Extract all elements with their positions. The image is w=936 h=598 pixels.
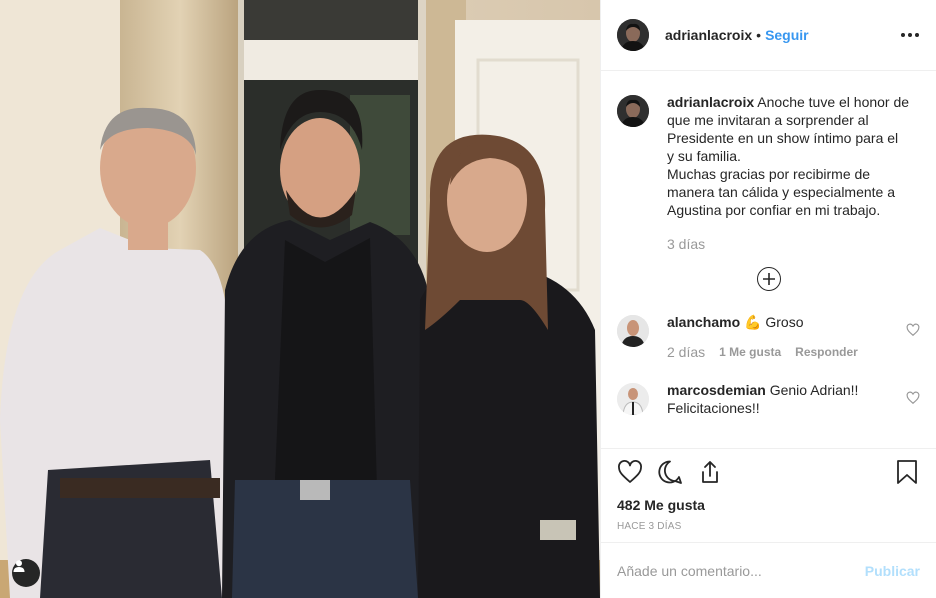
post-header: adrianlacroix • Seguir <box>601 0 936 71</box>
like-comment-heart-icon[interactable] <box>906 391 920 405</box>
publish-button[interactable]: Publicar <box>865 563 920 579</box>
action-icons <box>617 459 920 485</box>
commenter-avatar[interactable] <box>617 383 649 415</box>
add-comment-bar: Publicar <box>601 542 936 598</box>
comments-list[interactable]: adrianlacroix Anoche tuve el honor de qu… <box>601 71 936 448</box>
follow-button[interactable]: Seguir <box>765 27 809 43</box>
instagram-post: adrianlacroix • Seguir adrianlacroix Ano… <box>0 0 936 598</box>
comment-text: 💪 Groso <box>744 314 804 330</box>
comment-likes[interactable]: 1 Me gusta <box>719 343 781 361</box>
comment-time[interactable]: 2 días <box>667 343 705 361</box>
comment-text: Genio Adrian!! <box>769 382 859 398</box>
likes-count[interactable]: 482 Me gusta <box>617 497 920 513</box>
comment-bubble-icon[interactable] <box>657 459 683 485</box>
caption-line: y su familia. <box>667 148 741 164</box>
comment-username[interactable]: marcosdemian <box>667 382 766 398</box>
comment-body: marcosdemian Genio Adrian!! Felicitacion… <box>667 381 898 417</box>
plus-circle-icon <box>756 267 781 291</box>
tagged-users-button[interactable] <box>12 559 40 587</box>
load-more-comments[interactable] <box>617 267 920 291</box>
comment-username[interactable]: alanchamo <box>667 314 740 330</box>
posted-time[interactable]: HACE 3 DÍAS <box>617 521 920 532</box>
bookmark-icon[interactable] <box>894 459 920 485</box>
comment-body: alanchamo 💪 Groso 2 días 1 Me gusta Resp… <box>667 313 898 361</box>
caption-line: Agustina por confiar en mi trabajo. <box>667 202 881 218</box>
post-side-panel: adrianlacroix • Seguir adrianlacroix Ano… <box>600 0 936 598</box>
caption-time[interactable]: 3 días <box>667 235 705 253</box>
comment-item: alanchamo 💪 Groso 2 días 1 Me gusta Resp… <box>617 313 920 361</box>
comment-item: marcosdemian Genio Adrian!! Felicitacion… <box>617 381 920 417</box>
caption-line: Anoche tuve el honor de <box>757 94 910 110</box>
commenter-avatar[interactable] <box>617 315 649 347</box>
caption: adrianlacroix Anoche tuve el honor de qu… <box>617 93 920 253</box>
separator-dot: • <box>756 27 762 43</box>
caption-line: manera tan cálida y especialmente a <box>667 184 896 200</box>
caption-line: Muchas gracias por recibirme de <box>667 166 871 182</box>
comment-input[interactable] <box>617 562 865 579</box>
caption-body: adrianlacroix Anoche tuve el honor de qu… <box>667 93 920 253</box>
comment-meta: 2 días 1 Me gusta Responder <box>667 343 898 361</box>
caption-username[interactable]: adrianlacroix <box>667 94 754 110</box>
post-actions: 482 Me gusta HACE 3 DÍAS <box>601 448 936 542</box>
reply-button[interactable]: Responder <box>795 343 858 361</box>
caption-avatar[interactable] <box>617 95 649 127</box>
post-photo[interactable] <box>0 0 600 598</box>
like-heart-icon[interactable] <box>617 459 643 485</box>
caption-line: Presidente en un show íntimo para el <box>667 130 899 146</box>
caption-meta: 3 días <box>667 235 920 253</box>
comment-text-line2: Felicitaciones!! <box>667 400 760 416</box>
user-icon <box>13 560 25 572</box>
author-avatar[interactable] <box>617 19 649 51</box>
caption-line: que me invitaran a sorprender al <box>667 112 869 128</box>
author-username[interactable]: adrianlacroix <box>665 27 752 43</box>
like-comment-heart-icon[interactable] <box>906 323 920 337</box>
more-options-icon[interactable] <box>900 33 920 37</box>
share-icon[interactable] <box>697 459 723 485</box>
post-photo-image <box>0 0 600 598</box>
